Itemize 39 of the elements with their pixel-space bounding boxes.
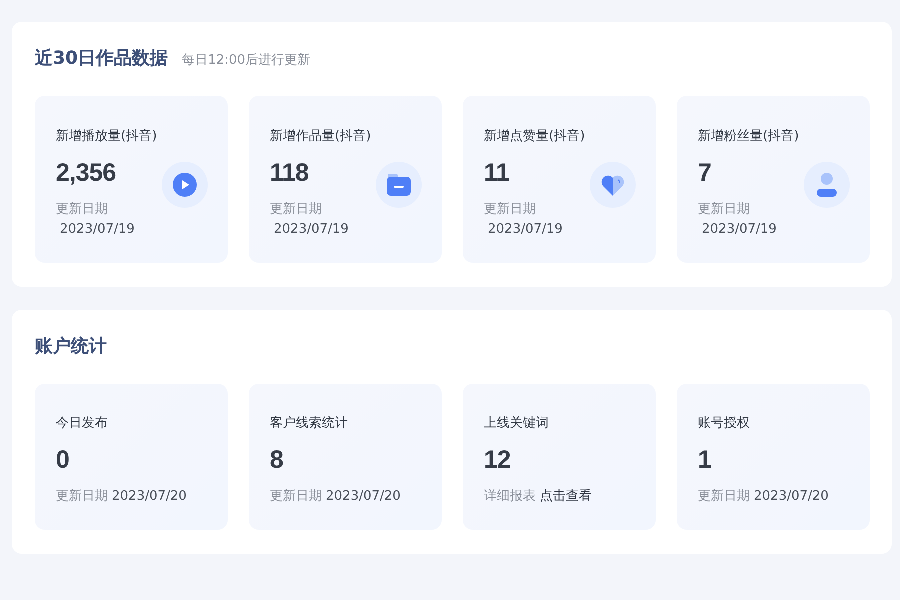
view-link[interactable]: 点击查看 — [540, 486, 592, 504]
section-title: 近30日作品数据 — [35, 47, 168, 70]
stat-label: 新增粉丝量(抖音) — [698, 128, 800, 144]
update-date: 2023/07/20 — [754, 488, 829, 504]
stat-value: 1 — [698, 446, 712, 474]
update-date: 2023/07/20 — [112, 488, 187, 504]
footer-label: 更新日期 — [56, 200, 108, 218]
stat-value: 2,356 — [56, 158, 116, 188]
stat-label: 账号授权 — [698, 414, 750, 432]
stat-label: 新增点赞量(抖音) — [484, 128, 586, 144]
footer-label: 更新日期 — [484, 200, 536, 218]
play-icon — [173, 172, 197, 196]
stat-value: 8 — [270, 446, 284, 474]
update-date: 2023/07/19 — [273, 222, 349, 236]
section-title: 账户统计 — [35, 335, 107, 358]
folder-icon — [387, 174, 411, 196]
stat-label: 上线关键词 — [484, 414, 549, 432]
stat-value: 11 — [484, 158, 510, 188]
footer-label: 更新日期 — [698, 488, 750, 504]
heart-icon — [601, 174, 625, 196]
footer-label: 更新日期 — [698, 200, 750, 218]
stat-label: 新增作品量(抖音) — [270, 128, 372, 144]
footer-label: 更新日期 — [270, 200, 322, 218]
footer-label: 更新日期 — [270, 488, 322, 504]
user-icon — [817, 172, 837, 196]
update-date: 2023/07/19 — [701, 222, 777, 236]
update-date: 2023/07/19 — [487, 222, 563, 236]
section-subtitle: 每日12:00后进行更新 — [182, 52, 311, 69]
stat-label: 新增播放量(抖音) — [56, 128, 158, 144]
footer-label: 更新日期 — [56, 488, 108, 504]
stat-label: 客户线索统计 — [270, 414, 348, 432]
stat-value: 0 — [56, 446, 70, 474]
stat-label: 今日发布 — [56, 414, 108, 432]
stat-value: 7 — [698, 158, 712, 188]
update-date: 2023/07/20 — [326, 488, 401, 504]
stat-value: 12 — [484, 446, 511, 474]
update-date: 2023/07/19 — [59, 222, 135, 236]
stat-value: 118 — [270, 158, 309, 188]
footer-label: 详细报表 — [484, 488, 536, 504]
